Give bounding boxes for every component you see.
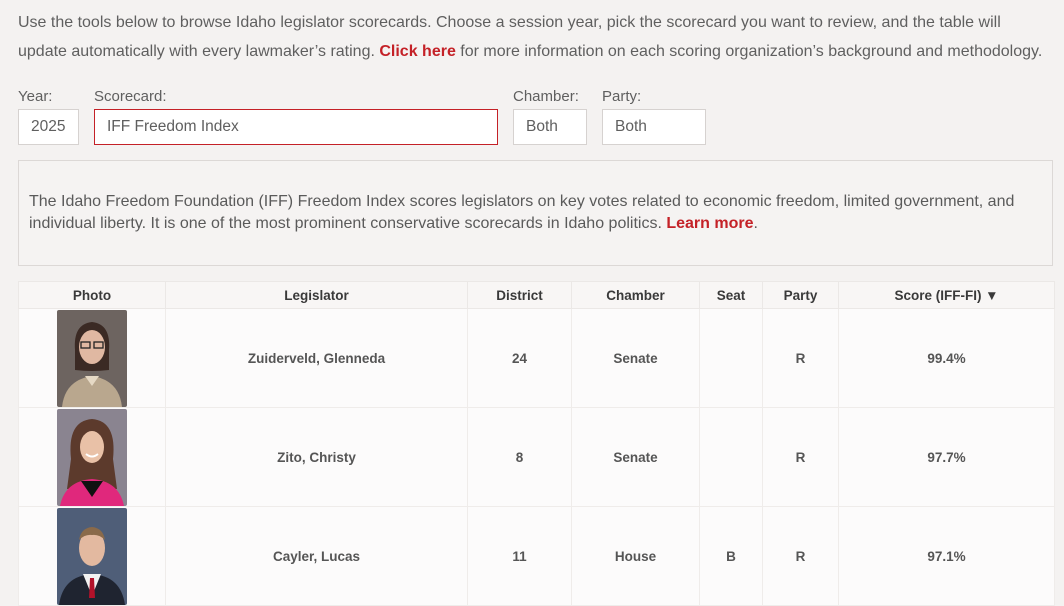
chamber-filter: Chamber: Both xyxy=(513,86,587,145)
legislator-photo xyxy=(57,507,127,605)
description-text: The Idaho Freedom Foundation (IFF) Freed… xyxy=(29,193,1015,232)
methodology-link[interactable]: Click here xyxy=(379,43,455,60)
party-cell: R xyxy=(762,506,839,606)
col-photo: Photo xyxy=(18,281,166,309)
party-cell: R xyxy=(762,308,839,408)
year-filter: Year: 2025 xyxy=(18,86,79,145)
scorecard-filter: Scorecard: IFF Freedom Index xyxy=(94,86,498,145)
col-chamber[interactable]: Chamber xyxy=(571,281,700,309)
seat-cell xyxy=(699,308,763,408)
legislator-name-link[interactable]: Cayler, Lucas xyxy=(165,506,468,606)
table-row: Cayler, Lucas 11 House B R 97.1% xyxy=(18,506,1055,606)
table-row: Zuiderveld, Glenneda 24 Senate R 99.4% xyxy=(18,308,1055,408)
district-cell: 24 xyxy=(467,308,572,408)
col-party[interactable]: Party xyxy=(762,281,839,309)
chamber-cell: Senate xyxy=(571,407,700,507)
intro-text-after: for more information on each scoring org… xyxy=(460,43,1043,60)
score-cell: 97.7% xyxy=(838,407,1055,507)
seat-cell: B xyxy=(699,506,763,606)
intro-paragraph: Use the tools below to browse Idaho legi… xyxy=(18,8,1048,66)
party-cell: R xyxy=(762,407,839,507)
scorecard-select[interactable]: IFF Freedom Index xyxy=(94,109,498,145)
table-header-row: Photo Legislator District Chamber Seat P… xyxy=(18,281,1055,309)
col-legislator[interactable]: Legislator xyxy=(165,281,468,309)
party-select[interactable]: Both xyxy=(602,109,706,145)
legislator-name-link[interactable]: Zuiderveld, Glenneda xyxy=(165,308,468,408)
col-seat[interactable]: Seat xyxy=(699,281,763,309)
scorecard-description: The Idaho Freedom Foundation (IFF) Freed… xyxy=(18,160,1053,266)
chamber-cell: Senate xyxy=(571,308,700,408)
description-period: . xyxy=(753,215,758,232)
chamber-label: Chamber: xyxy=(513,88,579,105)
col-district[interactable]: District xyxy=(467,281,572,309)
chamber-select[interactable]: Both xyxy=(513,109,587,145)
district-cell: 11 xyxy=(467,506,572,606)
district-cell: 8 xyxy=(467,407,572,507)
year-select[interactable]: 2025 xyxy=(18,109,79,145)
legislator-name-link[interactable]: Zito, Christy xyxy=(165,407,468,507)
legislator-photo xyxy=(57,408,127,506)
chamber-cell: House xyxy=(571,506,700,606)
learn-more-link[interactable]: Learn more xyxy=(666,215,753,232)
scorecard-label: Scorecard: xyxy=(94,88,167,105)
score-cell: 97.1% xyxy=(838,506,1055,606)
col-score[interactable]: Score (IFF-FI) ▼ xyxy=(838,281,1055,309)
party-label: Party: xyxy=(602,88,642,105)
seat-cell xyxy=(699,407,763,507)
table-row: Zito, Christy 8 Senate R 97.7% xyxy=(18,407,1055,507)
score-cell: 99.4% xyxy=(838,308,1055,408)
filter-bar: Year: 2025 Scorecard: IFF Freedom Index … xyxy=(0,86,1064,146)
year-label: Year: xyxy=(18,88,53,105)
legislator-photo xyxy=(57,309,127,407)
legislator-table: Photo Legislator District Chamber Seat P… xyxy=(18,281,1055,606)
party-filter: Party: Both xyxy=(602,86,706,145)
